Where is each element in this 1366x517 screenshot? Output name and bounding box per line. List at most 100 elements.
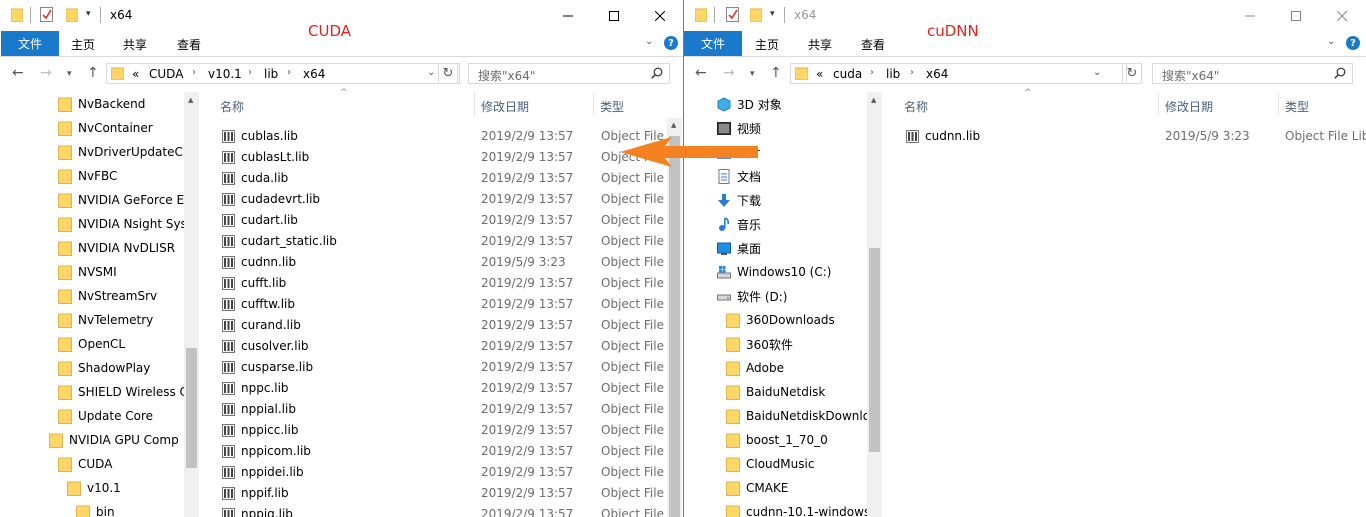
properties-icon[interactable] — [40, 7, 53, 22]
tab-file[interactable]: 文件 — [1, 31, 59, 56]
breadcrumb-item[interactable]: lib — [886, 67, 900, 81]
file-row[interactable]: cusparse.lib 2019/2/9 13:57 Object File — [0, 357, 668, 378]
customize-toolbar-icon[interactable]: ▾ — [770, 9, 775, 19]
file-row[interactable]: cudadevrt.lib 2019/2/9 13:57 Object File — [0, 189, 668, 210]
chevron-right-icon[interactable]: › — [248, 67, 252, 78]
column-divider[interactable] — [1278, 92, 1279, 116]
forward-button[interactable]: → — [40, 65, 52, 81]
lib-file-icon — [222, 361, 235, 374]
file-type: Object File — [601, 297, 664, 311]
chevron-right-icon[interactable]: › — [192, 67, 196, 78]
scroll-up-icon[interactable]: ▲ — [188, 96, 193, 104]
up-button[interactable]: ↑ — [770, 65, 782, 81]
back-button[interactable]: ← — [695, 65, 707, 81]
file-row[interactable]: cufft.lib 2019/2/9 13:57 Object File — [0, 273, 668, 294]
column-header-date[interactable]: 修改日期 — [481, 98, 529, 115]
scroll-up-icon[interactable]: ▲ — [871, 96, 876, 104]
title-bar[interactable]: ▾ x64 — [684, 0, 1366, 31]
tab-share[interactable]: 共享 — [808, 36, 832, 53]
minimize-button[interactable] — [545, 0, 591, 31]
refresh-button[interactable]: ↻ — [1122, 63, 1142, 84]
new-folder-icon[interactable] — [750, 8, 762, 22]
help-icon[interactable]: ? — [664, 36, 678, 50]
file-row[interactable]: nppif.lib 2019/2/9 13:57 Object File — [0, 483, 668, 504]
file-row[interactable]: cusolver.lib 2019/2/9 13:57 Object File — [0, 336, 668, 357]
column-divider[interactable] — [1158, 92, 1159, 116]
breadcrumb-item[interactable]: v10.1 — [208, 67, 242, 81]
close-button[interactable] — [637, 0, 683, 31]
file-row[interactable]: cufftw.lib 2019/2/9 13:57 Object File — [0, 294, 668, 315]
file-date: 2019/5/9 3:23 — [481, 255, 566, 269]
column-header-type[interactable]: 类型 — [1285, 98, 1309, 115]
column-header-name[interactable]: 名称 — [220, 98, 244, 115]
file-row[interactable]: cudnn.lib 2019/5/9 3:23 Object File — [0, 252, 668, 273]
file-row[interactable]: nppig.lib 2019/2/9 13:57 Object File — [0, 504, 668, 517]
scroll-up-icon[interactable]: ▲ — [671, 121, 676, 129]
file-row[interactable]: nppidei.lib 2019/2/9 13:57 Object File — [0, 462, 668, 483]
close-button[interactable] — [1319, 0, 1365, 31]
chevron-right-icon[interactable]: › — [287, 67, 291, 78]
file-type: Object File — [601, 360, 664, 374]
maximize-button[interactable] — [1273, 0, 1319, 31]
address-bar[interactable]: « CUDA › v10.1 › lib › x64 ⌄ — [106, 63, 460, 84]
chevron-down-icon[interactable]: ⌄ — [427, 67, 435, 78]
file-row[interactable]: cudnn.lib 2019/5/9 3:23 Object File Lib — [684, 126, 1366, 147]
column-divider[interactable] — [474, 92, 475, 116]
breadcrumb-overflow[interactable]: « — [132, 67, 139, 81]
file-date: 2019/2/9 13:57 — [481, 402, 574, 416]
column-header-name[interactable]: 名称 — [904, 98, 928, 115]
breadcrumb-overflow[interactable]: « — [816, 67, 823, 81]
file-row[interactable]: nppial.lib 2019/2/9 13:57 Object File — [0, 399, 668, 420]
refresh-button[interactable]: ↻ — [438, 63, 458, 84]
file-row[interactable]: nppicc.lib 2019/2/9 13:57 Object File — [0, 420, 668, 441]
recent-locations-icon[interactable]: ▾ — [67, 69, 72, 79]
window-title: x64 — [794, 8, 817, 22]
tab-view[interactable]: 查看 — [861, 36, 885, 53]
column-header-type[interactable]: 类型 — [600, 98, 624, 115]
properties-icon[interactable] — [726, 7, 739, 22]
search-input[interactable]: 搜索"x64" — [1152, 63, 1353, 84]
chevron-right-icon[interactable]: › — [870, 67, 874, 78]
breadcrumb-item[interactable]: cuda — [833, 67, 862, 81]
file-row[interactable]: nppc.lib 2019/2/9 13:57 Object File — [0, 378, 668, 399]
tab-home[interactable]: 主页 — [71, 36, 95, 53]
maximize-button[interactable] — [591, 0, 637, 31]
nav-tree-item[interactable]: NvBackend — [58, 92, 145, 116]
expand-ribbon-icon[interactable]: ⌄ — [1327, 36, 1335, 47]
expand-ribbon-icon[interactable]: ⌄ — [645, 36, 653, 47]
file-row[interactable]: curand.lib 2019/2/9 13:57 Object File — [0, 315, 668, 336]
address-bar[interactable]: « cuda › lib › x64 ⌄ — [790, 63, 1127, 84]
breadcrumb-item[interactable]: x64 — [926, 67, 948, 81]
recent-locations-icon[interactable]: ▾ — [750, 69, 755, 79]
file-row[interactable]: cublasLt.lib 2019/2/9 13:57 Object File — [0, 147, 668, 168]
tab-file[interactable]: 文件 — [684, 31, 742, 56]
search-input[interactable]: 搜索"x64" — [468, 63, 670, 84]
file-date: 2019/2/9 13:57 — [481, 234, 574, 248]
file-row[interactable]: cublas.lib 2019/2/9 13:57 Object File — [0, 126, 668, 147]
file-row[interactable]: cudart_static.lib 2019/2/9 13:57 Object Fi… — [0, 231, 668, 252]
tab-view[interactable]: 查看 — [177, 36, 201, 53]
breadcrumb-item[interactable]: CUDA — [149, 67, 183, 81]
column-divider[interactable] — [593, 92, 594, 116]
up-button[interactable]: ↑ — [87, 65, 99, 81]
nav-tree-item[interactable]: 3D 对象 — [717, 92, 782, 116]
minimize-button[interactable] — [1227, 0, 1273, 31]
help-icon[interactable]: ? — [1346, 36, 1360, 50]
file-row[interactable]: cudart.lib 2019/2/9 13:57 Object File — [0, 210, 668, 231]
lib-file-icon — [222, 466, 235, 479]
tab-home[interactable]: 主页 — [755, 36, 779, 53]
back-button[interactable]: ← — [12, 65, 24, 81]
new-folder-icon[interactable] — [66, 8, 78, 22]
file-row[interactable]: cuda.lib 2019/2/9 13:57 Object File — [0, 168, 668, 189]
file-row[interactable]: nppicom.lib 2019/2/9 13:57 Object File — [0, 441, 668, 462]
chevron-right-icon[interactable]: › — [910, 67, 914, 78]
tab-share[interactable]: 共享 — [123, 36, 147, 53]
breadcrumb-item[interactable]: lib — [264, 67, 278, 81]
forward-button[interactable]: → — [723, 65, 735, 81]
chevron-down-icon[interactable]: ⌄ — [1093, 67, 1101, 78]
file-list-scrollbar-thumb[interactable] — [669, 136, 680, 517]
column-header-date[interactable]: 修改日期 — [1165, 98, 1213, 115]
file-date: 2019/2/9 13:57 — [481, 339, 574, 353]
customize-toolbar-icon[interactable]: ▾ — [86, 9, 91, 19]
breadcrumb-item[interactable]: x64 — [303, 67, 325, 81]
